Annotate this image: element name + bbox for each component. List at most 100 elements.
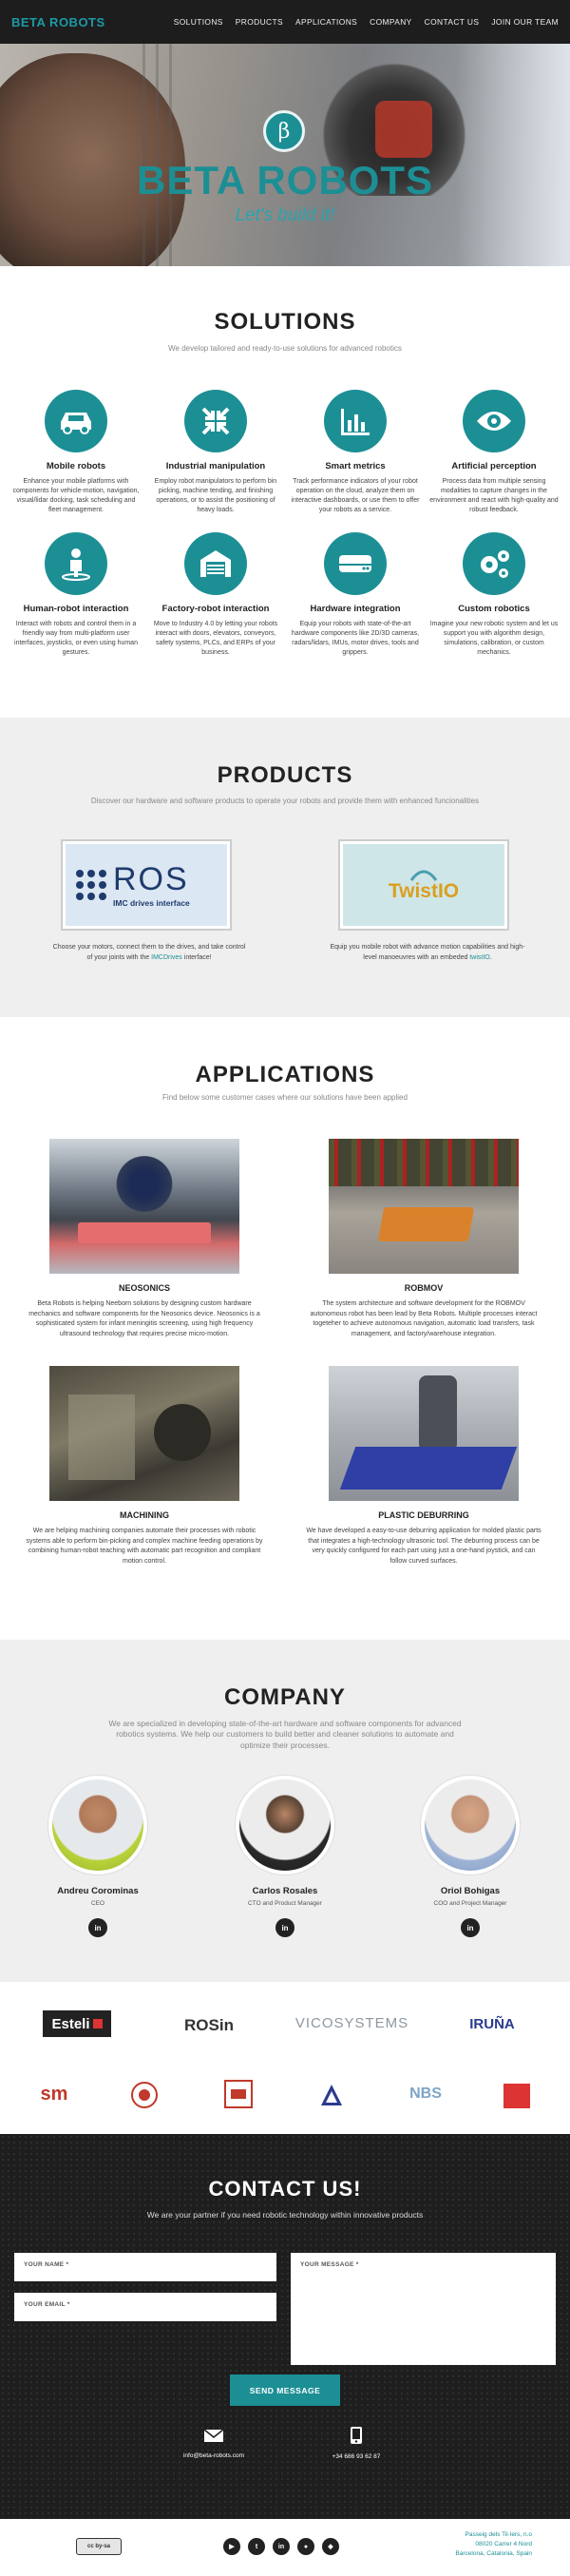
envelope-icon: [203, 2429, 224, 2442]
plastic-deburring-photo: [329, 1366, 519, 1501]
name-field[interactable]: YOUR NAME *: [14, 2253, 276, 2281]
app-text-machining: We are helping machining companies autom…: [26, 1528, 263, 1565]
app-text-neosonics: Beta Robots is helping Neeborn solutions…: [28, 1300, 260, 1337]
creative-commons-badge[interactable]: cc by-sa: [76, 2538, 122, 2555]
partner-logo-red[interactable]: [504, 2084, 530, 2108]
product-twistio-card[interactable]: TwistIO: [338, 839, 509, 931]
solutions-subtitle: We develop tailored and ready-to-use sol…: [168, 344, 402, 353]
nav-item-solutions[interactable]: SOLUTIONS: [174, 17, 223, 27]
partner-logo-crest[interactable]: [317, 2082, 346, 2108]
hero-robot-detail: [375, 101, 432, 158]
imcdrives-link[interactable]: IMCDrives: [151, 954, 182, 961]
twitter-icon[interactable]: t: [248, 2538, 265, 2555]
solution-hardware-integration[interactable]: Hardware integration Equip your robots w…: [289, 532, 422, 659]
nav-item-company[interactable]: COMPANY: [370, 17, 412, 27]
cogs-icon: [463, 532, 525, 595]
solution-text: Imagine your new robotic system and let …: [429, 621, 559, 657]
products-subtitle: Discover our hardware and software produ…: [90, 797, 480, 805]
phone-icon: [351, 2427, 362, 2444]
gitlab-icon[interactable]: ◆: [322, 2538, 339, 2555]
solutions-title: SOLUTIONS: [214, 309, 356, 335]
solution-artificial-perception[interactable]: Artificial perception Process data from …: [428, 390, 560, 516]
arrows-icon: [184, 390, 247, 452]
solution-text: Employ robot manipulators to perform bin…: [154, 478, 277, 514]
partner-logo-seal[interactable]: [131, 2082, 158, 2108]
avatar: [236, 1776, 334, 1874]
solution-title: Mobile robots: [46, 461, 106, 471]
linkedin-icon[interactable]: in: [273, 2538, 290, 2555]
solution-title: Factory-robot interaction: [162, 604, 270, 614]
twistio-link[interactable]: twistIO: [469, 954, 489, 961]
message-field[interactable]: YOUR MESSAGE *: [291, 2253, 556, 2365]
address-line: Passeig dels Til·lers, n.o: [465, 2531, 532, 2538]
nav-item-join[interactable]: JOIN OUR TEAM: [491, 17, 559, 27]
site-logo[interactable]: BETA ROBOTS: [11, 15, 105, 29]
solution-title: Custom robotics: [458, 604, 530, 614]
member-role: CEO: [90, 1900, 105, 1907]
avatar: [48, 1776, 147, 1874]
company-subtitle: We are specialized in developing state-o…: [108, 1719, 462, 1750]
team-member-andreu: Andreu Corominas CEO in: [31, 1776, 164, 1937]
solution-text: Move to Industry 4.0 by letting your rob…: [153, 621, 278, 657]
bar-chart-icon: [324, 390, 387, 452]
nav-item-applications[interactable]: APPLICATIONS: [295, 17, 357, 27]
phone-text[interactable]: +34 686 93 62 87: [323, 2453, 390, 2460]
partner-logo-vicosystems[interactable]: VICOSYSTEMS: [288, 2011, 416, 2034]
github-icon[interactable]: ●: [297, 2538, 314, 2555]
member-name: Andreu Corominas: [57, 1886, 139, 1896]
nav-item-products[interactable]: PRODUCTS: [236, 17, 283, 27]
ros-logo-subtext: IMC drives interface: [113, 897, 190, 908]
crest-icon: [321, 2085, 342, 2105]
robmov-photo: [329, 1139, 519, 1274]
top-navbar: BETA ROBOTS SOLUTIONS PRODUCTS APPLICATI…: [0, 0, 570, 44]
send-message-button[interactable]: SEND MESSAGE: [230, 2374, 340, 2406]
app-title-robmov: ROBMOV: [404, 1283, 444, 1293]
email-text[interactable]: info@beta-robots.com: [180, 2452, 247, 2459]
contact-email: info@beta-robots.com: [180, 2429, 247, 2459]
partner-logo-iruna[interactable]: IRUÑA: [464, 2010, 521, 2037]
partner-logo-sm[interactable]: sm: [31, 2082, 77, 2106]
product-twistio-description: Equip you mobile robot with advance moti…: [328, 943, 527, 963]
partner-name: IRUÑA: [469, 2015, 515, 2032]
solution-smart-metrics[interactable]: Smart metrics Track performance indicato…: [289, 390, 422, 516]
youtube-icon[interactable]: ▶: [223, 2538, 240, 2555]
linkedin-icon[interactable]: in: [276, 1918, 294, 1937]
products-title: PRODUCTS: [217, 762, 353, 788]
nav-item-contact[interactable]: CONTACT US: [425, 17, 480, 27]
partner-logo-rosin[interactable]: ROSin: [166, 2013, 252, 2038]
partner-logo-esteli[interactable]: Esteli: [43, 2010, 111, 2037]
solution-title: Human-robot interaction: [23, 604, 129, 614]
avatar: [421, 1776, 520, 1874]
product-ros-imc-card[interactable]: ROS IMC drives interface: [61, 839, 232, 931]
app-title-machining: MACHINING: [120, 1510, 169, 1520]
solution-text: Equip your robots with state-of-the-art …: [291, 621, 420, 657]
email-field[interactable]: YOUR EMAIL *: [14, 2293, 276, 2321]
factory-icon: [184, 532, 247, 595]
solution-factory-robot[interactable]: Factory-robot interaction Move to Indust…: [149, 532, 282, 659]
member-role: COO and Project Manager: [433, 1900, 507, 1907]
partner-name: ROSin: [184, 2016, 234, 2034]
nav-menu: SOLUTIONS PRODUCTS APPLICATIONS COMPANY …: [174, 17, 559, 27]
partner-logo-square[interactable]: [224, 2080, 253, 2108]
company-address: Passeig dels Til·lers, n.o 08020 Carrer …: [418, 2530, 532, 2559]
solution-mobile-robots[interactable]: Mobile robots Enhance your mobile platfo…: [10, 390, 142, 516]
solution-title: Hardware integration: [310, 604, 401, 614]
linkedin-icon[interactable]: in: [461, 1918, 480, 1937]
linkedin-icon[interactable]: in: [88, 1918, 107, 1937]
hdd-icon: [324, 532, 387, 595]
applications-title: APPLICATIONS: [195, 1062, 375, 1087]
solution-title: Industrial manipulation: [165, 461, 266, 471]
hero-tagline: Let's build it!: [235, 205, 335, 225]
solution-title: Smart metrics: [325, 461, 386, 471]
partner-name: NBS: [409, 2086, 442, 2102]
footer: cc by-sa ▶ t in ● ◆ Passeig dels Til·ler…: [0, 2519, 570, 2576]
solution-industrial-manipulation[interactable]: Industrial manipulation Employ robot man…: [149, 390, 282, 516]
partner-name: Esteli: [51, 2015, 90, 2032]
solution-human-robot[interactable]: Human-robot interaction Interact with ro…: [10, 532, 142, 659]
machining-photo: [49, 1366, 239, 1501]
partner-logo-nbs[interactable]: NBS: [399, 2080, 452, 2108]
solution-custom-robotics[interactable]: Custom robotics Imagine your new robotic…: [428, 532, 560, 659]
product-ros-description: Choose your motors, connect them to the …: [49, 943, 249, 963]
team-member-carlos: Carlos Rosales CTO and Product Manager i…: [218, 1776, 352, 1937]
solution-text: Process data from multiple sensing modal…: [429, 478, 559, 514]
